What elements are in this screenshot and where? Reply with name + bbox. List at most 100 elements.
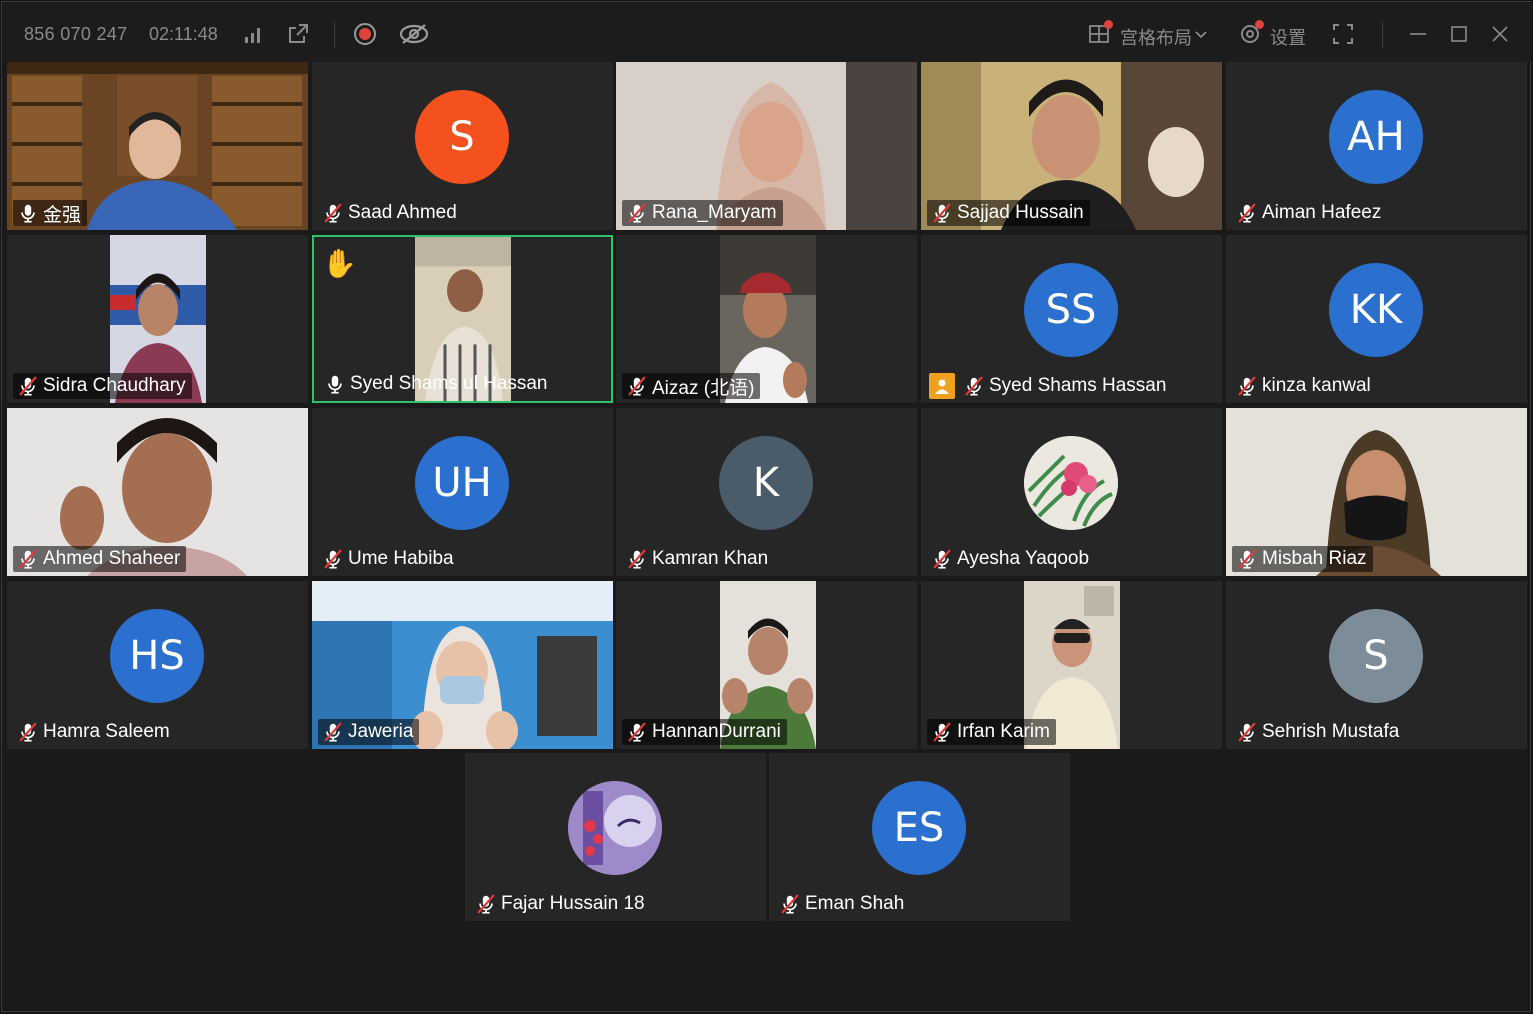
participant-avatar: SS [1024, 263, 1118, 357]
host-person-icon [929, 373, 955, 399]
participant-name: Saad Ahmed [348, 202, 457, 223]
microphone-muted-icon [931, 202, 953, 224]
fullscreen-icon[interactable] [1331, 22, 1355, 46]
toolbar-divider [1382, 22, 1383, 48]
participant-tile[interactable]: Sajjad Hussain [921, 62, 1222, 230]
participant-name: Sehrish Mustafa [1262, 721, 1400, 742]
participant-name: Irfan Karim [957, 721, 1050, 742]
top-toolbar: 856 070 247 02:11:48 宫格布局 设置 [2, 2, 1532, 62]
participant-name-bar: Hamra Saleem [13, 719, 176, 745]
microphone-muted-icon [17, 375, 39, 397]
participant-name-bar: Ume Habiba [318, 546, 460, 572]
microphone-icon [17, 202, 39, 224]
participant-name-bar: kinza kanwal [1232, 373, 1377, 399]
participant-name: Jaweria [348, 721, 414, 742]
participant-avatar-image [568, 781, 662, 875]
participant-name-bar: Sidra Chaudhary [13, 373, 192, 399]
participant-tile[interactable]: Fajar Hussain 18 [465, 753, 766, 921]
participant-tile[interactable]: AH Aiman Hafeez [1226, 62, 1527, 230]
microphone-muted-icon [626, 375, 648, 397]
participant-tile[interactable]: Misbah Riaz [1226, 408, 1527, 576]
participant-name-bar: Syed Shams ul Hassan [320, 371, 554, 397]
participant-name: 金强 [43, 204, 82, 226]
participant-name-bar: Rana_Maryam [622, 200, 783, 226]
participant-name: Misbah Riaz [1262, 548, 1367, 569]
participant-name: Syed Shams ul Hassan [350, 373, 548, 394]
microphone-muted-icon [322, 721, 344, 743]
participant-tile[interactable]: K Kamran Khan [616, 408, 917, 576]
participant-name-bar: Fajar Hussain 18 [471, 891, 651, 917]
minimize-icon[interactable] [1406, 22, 1430, 46]
participant-name-bar: Syed Shams Hassan [925, 373, 1172, 399]
microphone-muted-icon [626, 548, 648, 570]
chevron-down-icon[interactable] [1194, 22, 1208, 46]
participant-name: Hamra Saleem [43, 721, 170, 742]
participant-tile[interactable]: S Saad Ahmed [312, 62, 613, 230]
participant-tile[interactable]: SS Syed Shams Hassan [921, 235, 1222, 403]
participant-tile[interactable]: Sidra Chaudhary [7, 235, 308, 403]
participant-name-bar: Sehrish Mustafa [1232, 719, 1405, 745]
participant-name: Syed Shams Hassan [989, 375, 1167, 396]
microphone-muted-icon [1236, 548, 1258, 570]
layout-button[interactable]: 宫格布局 [1120, 24, 1192, 50]
participant-tile[interactable]: HS Hamra Saleem [7, 581, 308, 749]
signal-strength-icon[interactable] [242, 22, 266, 46]
participant-tile[interactable]: Ahmed Shaheer [7, 408, 308, 576]
participant-name-bar: Irfan Karim [927, 719, 1056, 745]
participant-name: kinza kanwal [1262, 375, 1371, 396]
participant-tile[interactable]: Jaweria [312, 581, 613, 749]
hide-video-icon[interactable] [398, 22, 430, 46]
participant-avatar: S [415, 90, 509, 184]
participant-name-bar: Eman Shah [775, 891, 910, 917]
participant-tile[interactable]: ES Eman Shah [769, 753, 1070, 921]
participant-name: Aiman Hafeez [1262, 202, 1382, 223]
microphone-muted-icon [931, 721, 953, 743]
participant-name: Sajjad Hussain [957, 202, 1084, 223]
participant-tile[interactable]: HannanDurrani [616, 581, 917, 749]
maximize-icon[interactable] [1447, 22, 1471, 46]
settings-button[interactable]: 设置 [1270, 24, 1306, 50]
participant-name-bar: Ayesha Yaqoob [927, 546, 1095, 572]
microphone-muted-icon [1236, 375, 1258, 397]
participant-tile[interactable]: Ayesha Yaqoob [921, 408, 1222, 576]
participant-tile-speaking[interactable]: ✋ Syed Shams ul Hassan [312, 235, 613, 403]
participant-name: Kamran Khan [652, 548, 769, 569]
participant-avatar: UH [415, 436, 509, 530]
recording-icon[interactable] [353, 22, 377, 46]
microphone-muted-icon [779, 893, 801, 915]
toolbar-divider [334, 22, 335, 48]
microphone-icon [324, 373, 346, 395]
meeting-window: 856 070 247 02:11:48 宫格布局 设置 金强 S Saad A… [1, 1, 1532, 1012]
participant-name: Eman Shah [805, 893, 905, 914]
participant-tile[interactable]: S Sehrish Mustafa [1226, 581, 1527, 749]
participant-avatar: ES [872, 781, 966, 875]
participant-tile[interactable]: 金强 [7, 62, 308, 230]
share-out-icon[interactable] [286, 22, 310, 46]
participant-name-bar: Saad Ahmed [318, 200, 463, 226]
participant-name-bar: 金强 [13, 200, 88, 226]
participant-name: Aizaz (北语) [652, 377, 755, 399]
participant-name-bar: Misbah Riaz [1232, 546, 1373, 572]
microphone-muted-icon [963, 375, 985, 397]
participant-name-bar: HannanDurrani [622, 719, 787, 745]
participant-name: Ayesha Yaqoob [957, 548, 1090, 569]
participant-name-bar: Aiman Hafeez [1232, 200, 1387, 226]
meeting-id[interactable]: 856 070 247 [24, 24, 127, 45]
participant-name: Sidra Chaudhary [43, 375, 186, 396]
participant-name-bar: Sajjad Hussain [927, 200, 1090, 226]
layout-notification-dot [1104, 20, 1113, 29]
participant-tile[interactable]: KK kinza kanwal [1226, 235, 1527, 403]
participant-name-bar: Kamran Khan [622, 546, 774, 572]
participant-tile[interactable]: Irfan Karim [921, 581, 1222, 749]
participant-name: Ume Habiba [348, 548, 454, 569]
participant-name: Ahmed Shaheer [43, 548, 181, 569]
participant-tile[interactable]: Rana_Maryam [616, 62, 917, 230]
microphone-muted-icon [17, 548, 39, 570]
meeting-timer: 02:11:48 [149, 24, 218, 44]
participant-avatar-image [1024, 436, 1118, 530]
participant-name-bar: Ahmed Shaheer [13, 546, 187, 572]
participant-tile[interactable]: Aizaz (北语) [616, 235, 917, 403]
participant-tile[interactable]: UH Ume Habiba [312, 408, 613, 576]
close-icon[interactable] [1488, 22, 1512, 46]
participant-avatar: AH [1329, 90, 1423, 184]
